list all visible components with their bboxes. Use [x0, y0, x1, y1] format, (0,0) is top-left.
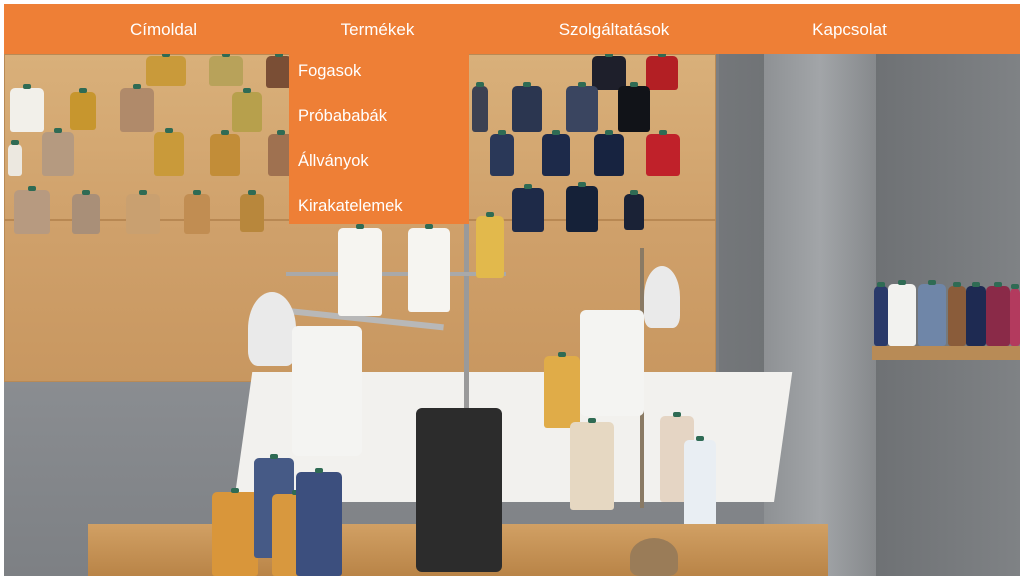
thread-spool: [338, 224, 382, 316]
dropdown-item-stands[interactable]: Állványok: [289, 144, 469, 189]
thread-spool: [14, 186, 50, 234]
thread-spool: [210, 130, 240, 176]
thread-spool: [566, 182, 598, 232]
main-navigation: Címoldal Termékek Szolgáltatások Kapcsol…: [4, 4, 1020, 54]
thread-spool: [594, 130, 624, 176]
sewing-lamp: [248, 292, 296, 366]
thread-spool: [986, 282, 1010, 346]
thread-spool: [240, 190, 264, 232]
nav-item-products[interactable]: Termékek: [320, 4, 435, 54]
thread-spool: [874, 282, 888, 346]
thread-spool: [918, 280, 946, 346]
thread-spool: [154, 128, 184, 176]
thread-spool: [544, 352, 580, 428]
sewing-machine: [292, 326, 362, 456]
sewing-lamp: [644, 266, 680, 328]
thread-spool: [472, 82, 488, 132]
thread-spool: [566, 82, 598, 132]
thread-spool: [408, 224, 450, 312]
thread-spool: [476, 212, 504, 278]
thread-spool: [296, 468, 342, 576]
thread-spool: [209, 52, 243, 86]
oil-can: [630, 538, 678, 576]
thread-spool: [512, 184, 544, 232]
thread-spool: [888, 280, 916, 346]
thread-spool: [146, 52, 186, 86]
thread-spool: [10, 84, 44, 132]
thread-spool: [1010, 284, 1020, 346]
thread-spool: [184, 190, 210, 234]
dropdown-item-hangers[interactable]: Fogasok: [289, 54, 469, 99]
thread-spool: [624, 190, 644, 230]
thread-spool: [966, 282, 986, 346]
thread-spool: [570, 418, 614, 510]
thread-spool: [490, 130, 514, 176]
thread-spool: [542, 130, 570, 176]
sewing-machine: [580, 310, 644, 416]
thread-spool: [646, 52, 678, 90]
overlock-machine: [416, 408, 502, 572]
background-pillar: [764, 4, 876, 576]
thread-spool: [70, 88, 96, 130]
thread-stand-bar: [286, 272, 506, 276]
hero-background-image: [4, 4, 1020, 576]
thread-spool: [618, 82, 650, 132]
thread-spool: [646, 130, 680, 176]
dropdown-item-mannequins[interactable]: Próbababák: [289, 99, 469, 144]
nav-item-services[interactable]: Szolgáltatások: [534, 4, 694, 54]
thread-spool: [126, 190, 160, 234]
thread-spool: [232, 88, 262, 132]
nav-item-home[interactable]: Címoldal: [106, 4, 221, 54]
thread-spool: [212, 488, 258, 576]
sewing-workshop-scene: [4, 4, 1020, 576]
nav-item-contact[interactable]: Kapcsolat: [792, 4, 907, 54]
thread-spool: [42, 128, 74, 176]
thread-spool: [120, 84, 154, 132]
thread-spool: [592, 52, 626, 90]
thread-spool: [72, 190, 100, 234]
thread-spool: [512, 82, 542, 132]
products-dropdown-menu: Fogasok Próbababák Állványok Kirakatelem…: [289, 54, 469, 224]
thread-shelf: [872, 346, 1020, 360]
thread-spool: [948, 282, 966, 346]
thread-spool: [8, 140, 22, 176]
dropdown-item-display-elements[interactable]: Kirakatelemek: [289, 189, 469, 234]
